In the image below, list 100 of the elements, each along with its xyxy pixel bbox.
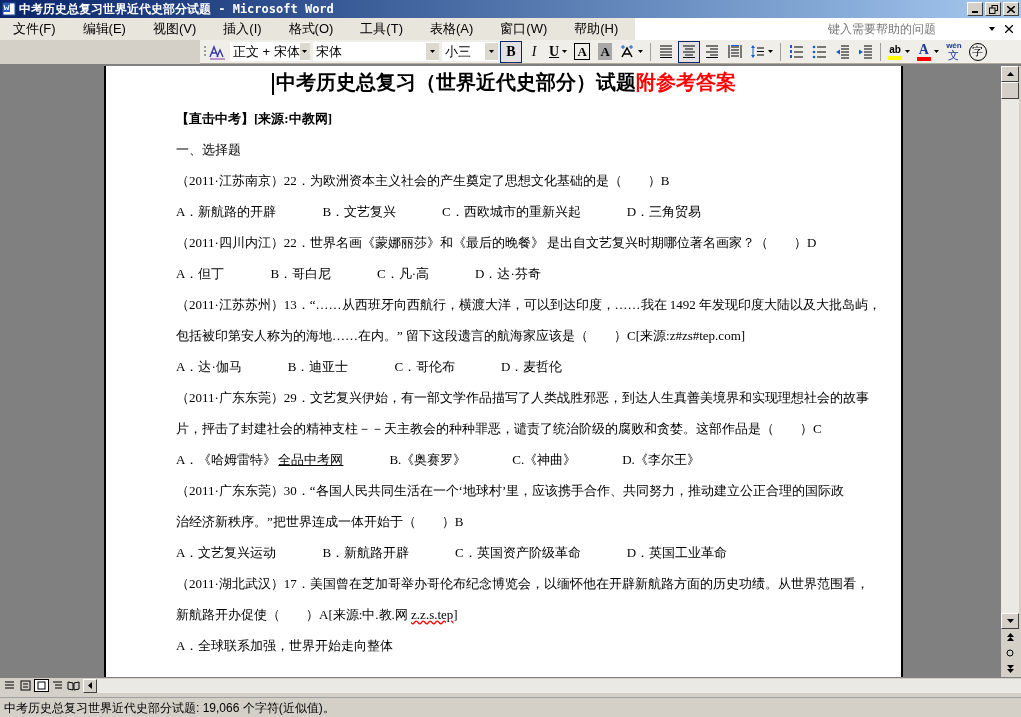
bulleted-list-icon (811, 44, 827, 59)
menu-item[interactable]: 格式(O) (282, 19, 340, 39)
vertical-scrollbar[interactable] (1001, 66, 1019, 677)
answer-option: C．凡·高 (377, 263, 430, 284)
menu-item[interactable]: 表格(A) (423, 19, 480, 39)
answer-option: C．英国资产阶级革命 (455, 542, 581, 563)
left-arrow-icon (88, 682, 92, 689)
reading-view-icon[interactable] (66, 679, 81, 692)
dropdown-icon (489, 50, 494, 53)
answer-option: C．哥伦布 (394, 356, 456, 377)
close-icon (1007, 5, 1015, 13)
page-view-icon[interactable] (34, 679, 49, 692)
menu-item[interactable]: 编辑(E) (76, 19, 132, 39)
menu-item[interactable]: 帮助(H) (568, 19, 625, 39)
answer-option: D．麦哲伦 (501, 356, 563, 377)
close-icon (1005, 25, 1013, 33)
status-text: 中考历史总复习世界近代史部分试题: 19,066 个字符(近似值)。 (4, 699, 335, 717)
increase-indent-icon (857, 44, 873, 59)
paragraph-text: （2011·江苏南京）22．为欧洲资本主义社会的产生奠定了思想文化基础的是（ ）B (176, 171, 670, 190)
paragraph-text: 包括被印第安人称为的海地……在内。” 留下这段遗言的航海家应该是（ ）C[来源:z#zs#tep.com] (176, 326, 746, 345)
styles-icon (208, 43, 228, 60)
answer-option: A．但丁 (176, 263, 225, 284)
style-dropdown[interactable]: 正文 + 宋体 (230, 42, 310, 61)
dropdown-icon (638, 50, 644, 53)
answer-option: B．新航路开辟 (322, 542, 410, 563)
answer-option: D．达·芬奇 (475, 263, 541, 284)
answer-option: B．迪亚士 (287, 356, 349, 377)
underline-button[interactable]: U (546, 40, 571, 63)
answer-option: A．《哈姆雷特》全品中考网 (176, 449, 344, 470)
paragraph-text: （2011·广东东莞）30．“各国人民共同生活在一个‘地球村’里，应该携手合作、共同努力，推动建立公正合理的国际政 (176, 481, 845, 500)
dropdown-icon (430, 50, 435, 53)
answer-option: D．英国工业革命 (626, 542, 728, 563)
normal-view-icon[interactable] (2, 679, 17, 692)
web-view-icon[interactable] (18, 679, 33, 692)
double-up-arrow-icon (1006, 633, 1014, 641)
paragraph-text: 新航路开办促使（ ）A[来源:中.教.网 z.z.s.tep] (176, 605, 458, 624)
grip-icon (204, 44, 207, 59)
center-button[interactable] (678, 40, 701, 63)
font-size-dropdown[interactable]: 小三 (442, 42, 498, 61)
answer-option: A．新航路的开辟 (176, 201, 277, 222)
answer-option: A．达·伽马 (176, 356, 242, 377)
paragraph-text: 一、选择题 (176, 140, 241, 159)
answer-option: B.《奥赛罗》 (389, 449, 467, 470)
answer-option: A．文艺复兴运动 (176, 542, 277, 563)
paragraph-text: A．全球联系加强，世界开始走向整体 (176, 636, 394, 655)
paragraph-text: （2011·湖北武汉）17．美国曾在芝加哥举办哥伦布纪念博览会，以缅怀他在开辟新航路方面的历史功绩。从世界范围看， (176, 574, 869, 593)
dropdown-icon (904, 50, 910, 53)
paragraph-text: （2011·江苏苏州）13．“……从西班牙向西航行，横渡大洋，可以到达印度，……我在 1492 年发现印度大陆以及大批岛屿， (176, 295, 882, 314)
scroll-thumb[interactable] (1001, 82, 1019, 99)
restore-icon (988, 4, 998, 14)
decrease-indent-icon (834, 44, 850, 59)
window-title: 中考历史总复习世界近代史部分试题 - Microsoft Word (19, 1, 334, 18)
dropdown-icon (562, 50, 568, 53)
scroll-down-button[interactable] (1001, 613, 1019, 629)
scroll-left-button[interactable] (83, 678, 97, 693)
align-right-icon (704, 44, 720, 59)
paragraph-text: 治经济新秩序。”把世界连成一体开始于（ ）B (176, 512, 464, 531)
answer-option: D．三角贸易 (626, 201, 702, 222)
menu-item[interactable]: 插入(I) (217, 19, 268, 39)
italic-button[interactable]: I (523, 40, 545, 63)
numbered-list-icon (788, 44, 804, 59)
answer-option: C.《神曲》 (512, 449, 577, 470)
answer-option: D.《李尔王》 (622, 449, 700, 470)
minimize-button[interactable] (967, 2, 983, 16)
paragraph-text: 片，抨击了封建社会的精神支柱－－天主教会的种种罪恶，谴责了统治阶级的腐败和贪婪。这部作品是（ ）C (176, 419, 822, 438)
font-dropdown[interactable]: 宋体 (313, 42, 439, 61)
character-shading-button[interactable]: A (594, 40, 617, 63)
dropdown-icon (302, 50, 308, 53)
menu-item[interactable]: 窗口(W) (494, 19, 554, 39)
circle-icon (1006, 649, 1014, 657)
horizontal-scrollbar[interactable] (97, 678, 1021, 693)
align-left-icon (658, 44, 674, 59)
restore-button[interactable] (985, 2, 1001, 16)
answer-option: B．文艺复兴 (322, 201, 397, 222)
dropdown-icon (768, 50, 774, 53)
phonetic-guide-button[interactable]: wén 文 (942, 40, 965, 63)
close-button[interactable] (1003, 2, 1019, 16)
bold-button[interactable]: B (500, 40, 522, 63)
align-center-icon (681, 44, 697, 59)
distribute-icon (727, 44, 743, 59)
menu-item[interactable]: 视图(V) (146, 19, 203, 39)
outline-view-icon[interactable] (50, 679, 65, 692)
answer-option: C．西欧城市的重新兴起 (442, 201, 581, 222)
scale-icon (620, 44, 636, 59)
highlight-button[interactable]: ab (885, 40, 913, 63)
minimize-icon (972, 11, 978, 13)
down-arrow-icon (1006, 619, 1014, 623)
scroll-up-button[interactable] (1001, 66, 1019, 82)
help-box[interactable]: 键入需要帮助的问题 (635, 18, 1021, 40)
up-arrow-icon (1006, 72, 1014, 76)
document-title: 中考历史总复习（世界近代史部分）试题附参考答案 (271, 66, 736, 97)
double-down-arrow-icon (1006, 665, 1014, 673)
dropdown-icon (933, 50, 939, 53)
menu-item[interactable]: 文件(F) (7, 19, 62, 39)
answer-option: B．哥白尼 (270, 263, 332, 284)
font-color-button[interactable]: A (913, 40, 942, 63)
paragraph-text: （2011·四川内江）22．世界名画《蒙娜丽莎》和《最后的晚餐》 是出自文艺复兴时期哪位著名画家？（ ）D (176, 233, 817, 252)
menu-item[interactable]: 工具(T) (354, 19, 409, 39)
paragraph-text: （2011·广东东莞）29．文艺复兴伊始，有一部文学作品描写了人类战胜邪恶，到达人生真善美境界和实现理想社会的故事 (176, 388, 869, 407)
section-heading: 【直击中考】[来源:中教网] (176, 109, 332, 128)
